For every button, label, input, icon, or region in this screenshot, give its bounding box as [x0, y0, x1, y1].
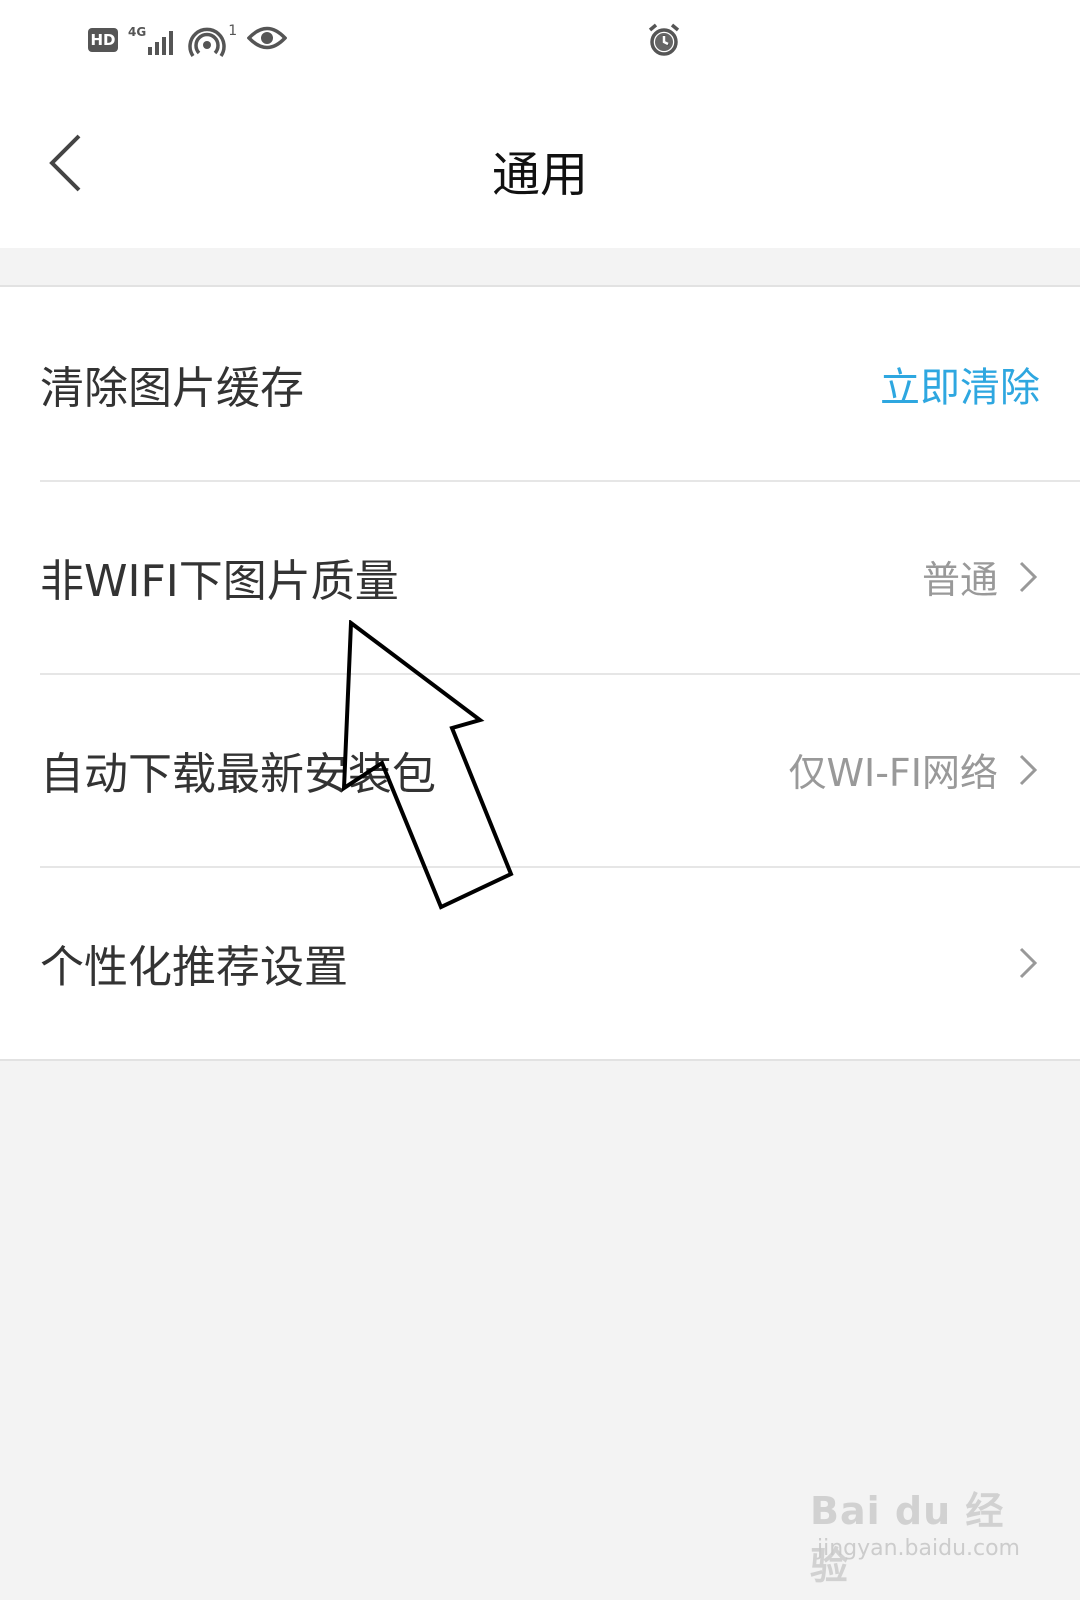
image-quality-value: 普通: [921, 558, 998, 602]
eye-icon: [246, 25, 288, 55]
watermark-brand: Bai du 经验: [810, 1489, 1005, 1588]
auto-download-value: 仅WI-FI网络: [788, 751, 998, 795]
app-header: 通用: [0, 85, 1080, 248]
personalized-recommendation-label: 个性化推荐设置: [40, 941, 348, 993]
status-icons: HD 4G 1: [88, 18, 288, 62]
page-title: 通用: [491, 147, 588, 203]
row-right: 立即清除: [880, 355, 1040, 413]
clear-image-cache-row[interactable]: 清除图片缓存 立即清除: [0, 287, 1080, 480]
auto-download-package-label: 自动下载最新安装包: [40, 748, 436, 800]
row-right: 普通: [922, 549, 1040, 604]
alarm-icon: [646, 22, 682, 62]
clear-image-cache-label: 清除图片缓存: [40, 362, 304, 414]
status-bar: HD 4G 1: [0, 0, 1080, 85]
non-wifi-image-quality-row[interactable]: 非WIFI下图片质量 普通: [0, 480, 1080, 673]
chevron-right-icon: [1016, 557, 1040, 597]
watermark-url: jingyan.baidu.com: [816, 1536, 1020, 1561]
baidu-jingyan-watermark: Bai du 经验 jingyan.baidu.com: [810, 1470, 1020, 1588]
chevron-right-icon: [1016, 943, 1040, 983]
signal-4g-icon: 4G: [128, 25, 178, 55]
hotspot-icon: 1: [188, 23, 237, 57]
non-wifi-image-quality-label: 非WIFI下图片质量: [40, 555, 399, 607]
auto-download-package-row[interactable]: 自动下载最新安装包 仅WI-FI网络: [0, 673, 1080, 866]
row-right: [1016, 943, 1040, 983]
settings-list: 清除图片缓存 立即清除 非WIFI下图片质量 普通 自动下载最新安装包 仅WI-…: [0, 285, 1080, 1061]
personalized-recommendation-row[interactable]: 个性化推荐设置: [0, 866, 1080, 1059]
row-right: 仅WI-FI网络: [788, 742, 1040, 797]
screen: HD 4G 1 通用 清除图片缓存 立即清除 非WIFI下图片质量 普通 自动下…: [0, 0, 1080, 1600]
chevron-right-icon: [1016, 750, 1040, 790]
clear-now-button[interactable]: 立即清除: [880, 355, 1040, 413]
hd-icon: HD: [88, 28, 118, 52]
